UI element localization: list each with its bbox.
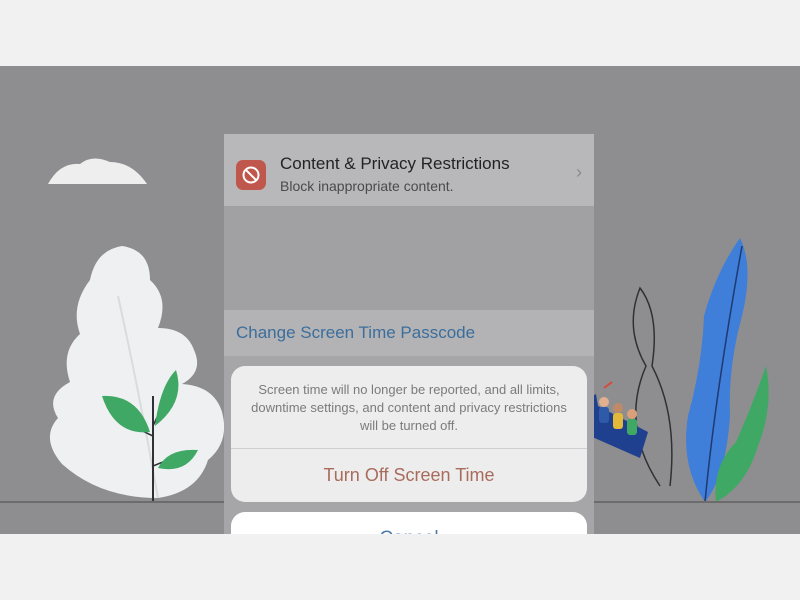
section-spacer	[224, 206, 594, 310]
restrictions-subtitle: Block inappropriate content.	[280, 178, 454, 194]
content-privacy-restrictions-row[interactable]: Content & Privacy Restrictions Block ina…	[224, 134, 594, 206]
restrictions-title: Content & Privacy Restrictions	[280, 154, 510, 173]
cancel-button[interactable]: Cancel	[231, 512, 587, 534]
turn-off-screen-time-button[interactable]: Turn Off Screen Time	[231, 449, 587, 502]
change-passcode-row[interactable]: Change Screen Time Passcode	[224, 310, 594, 356]
change-passcode-link[interactable]: Change Screen Time Passcode	[236, 323, 475, 343]
illustration-background: Content & Privacy Restrictions Block ina…	[0, 66, 800, 534]
restriction-icon	[236, 160, 266, 190]
chevron-right-icon: ›	[576, 162, 582, 182]
alert-message: Screen time will no longer be reported, …	[251, 382, 567, 433]
settings-screen: Content & Privacy Restrictions Block ina…	[224, 134, 594, 534]
turn-off-alert: Screen time will no longer be reported, …	[231, 366, 587, 502]
